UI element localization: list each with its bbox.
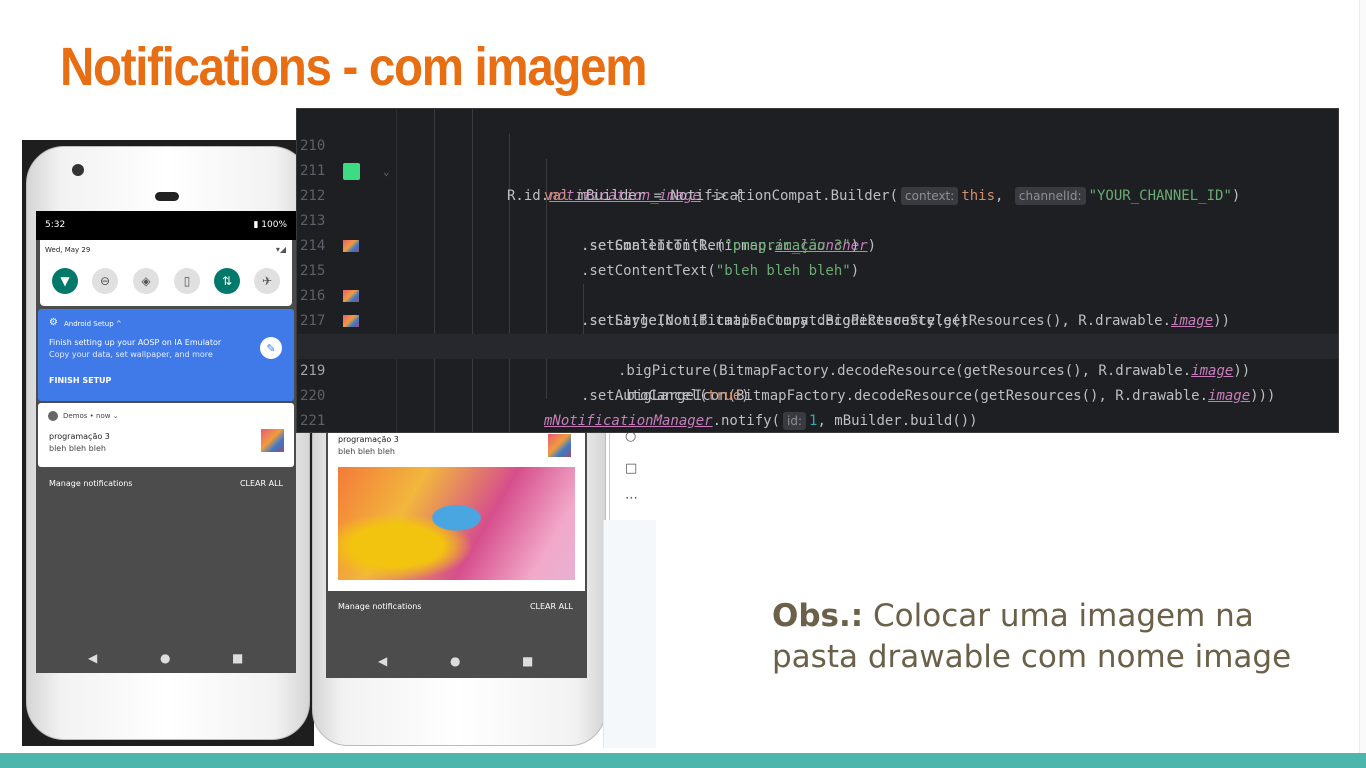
code-line: 218 .bigLargeIcon(BitmapFactory.decodeRe…	[297, 309, 1338, 404]
back-icon[interactable]: ◀	[88, 651, 97, 665]
code-line: 216 .setStyle(NotificationCompat.BigPict…	[297, 259, 1338, 329]
image-resource-icon	[343, 315, 359, 327]
home-icon[interactable]: ●	[160, 651, 170, 665]
image-resource-icon	[343, 240, 359, 252]
obs-label: Obs.:	[772, 598, 864, 634]
code-line: 212 .setSmallIcon(R.mipmap.ic_launcher)	[297, 159, 1338, 254]
recents-icon[interactable]: ■	[522, 654, 533, 668]
code-line: 210 ⌄ R.id.notification_image -> {	[297, 109, 1338, 204]
more-options-icon[interactable]: ⋯	[625, 491, 638, 506]
demo-app-name: Demos • now ⌄	[63, 412, 119, 420]
code-line: 220 mNotificationManager.notify(id: 1, mB…	[297, 359, 1338, 430]
demo-text: bleh bleh bleh	[49, 444, 106, 453]
demo-title: programação 3	[49, 432, 110, 441]
bp-title: programação 3	[338, 435, 399, 444]
signal-icon: ▾◢	[275, 245, 286, 254]
emulator-panel	[603, 520, 656, 748]
quick-settings-panel: Wed, May 29 ▾◢ ▼ ⊖ ◈ ▯ ⇅ ✈	[40, 240, 292, 306]
overview-square-icon[interactable]: □	[625, 461, 637, 476]
back-icon[interactable]: ◀	[378, 654, 387, 668]
airplane-icon[interactable]: ✈	[254, 268, 280, 294]
setup-app-name: Android Setup ^	[64, 320, 122, 328]
code-line: 213 .setContentTitle("programação 3")	[297, 184, 1338, 254]
code-line: 215 .setLargeIcon(BitmapFactory.decodeRe…	[297, 234, 1338, 329]
phone1-screen: 5:32 ▮ 100% Wed, May 29 ▾◢ ▼ ⊖ ◈ ▯ ⇅ ✈ ⚙…	[36, 211, 296, 673]
magic-wand-icon: ✎	[260, 337, 282, 359]
speaker-icon	[155, 192, 179, 201]
large-icon-thumbnail	[548, 434, 571, 457]
data-icon[interactable]: ⇅	[214, 268, 240, 294]
current-code-line: 219 .setAutoCancel(true)	[297, 334, 1338, 404]
large-icon-thumbnail	[261, 429, 284, 452]
footer-bar	[0, 753, 1366, 768]
battery-saver-icon[interactable]: ▯	[174, 268, 200, 294]
demo-notification[interactable]: Demos • now ⌄ programação 3 bleh bleh bl…	[38, 403, 294, 467]
setup-text: Copy your data, set wallpaper, and more	[49, 350, 213, 359]
code-line: 211 val mBuilder = NotificationCompat.Bu…	[297, 134, 1338, 205]
recents-icon[interactable]: ■	[232, 651, 243, 665]
gear-icon: ⚙	[49, 317, 58, 328]
battery-level: ▮ 100%	[253, 220, 287, 230]
observation-note: Obs.: Colocar uma imagem na pasta drawab…	[772, 596, 1292, 678]
rotate-icon[interactable]: ◈	[133, 268, 159, 294]
slide-right-edge	[1359, 0, 1366, 753]
battery-text: 100%	[261, 220, 287, 230]
dnd-icon[interactable]: ⊖	[92, 268, 118, 294]
emulator-toolbar: ○ □ ⋯	[609, 425, 655, 521]
wifi-icon[interactable]: ▼	[52, 268, 78, 294]
android-launcher-icon	[343, 163, 360, 180]
qs-date: Wed, May 29	[45, 246, 91, 254]
bigpicture-notification[interactable]: programação 3 bleh bleh bleh	[328, 425, 585, 591]
code-line: 217 .bigPicture(BitmapFactory.decodeReso…	[297, 284, 1338, 379]
phone2-screen: programação 3 bleh bleh bleh Manage noti…	[326, 425, 587, 678]
setup-title: Finish setting up your AOSP on IA Emulat…	[49, 338, 222, 347]
code-editor[interactable]: 210 ⌄ R.id.notification_image -> { 211 v…	[296, 108, 1339, 433]
image-resource-icon	[343, 290, 359, 302]
big-picture-image	[338, 467, 575, 580]
finish-setup-button[interactable]: FINISH SETUP	[49, 376, 111, 385]
clear-all-button[interactable]: CLEAR ALL	[240, 479, 283, 488]
status-time: 5:32	[45, 220, 66, 230]
manage-notifications-link[interactable]: Manage notifications	[338, 602, 421, 611]
home-icon[interactable]: ●	[450, 654, 460, 668]
code-line: 222 }	[297, 409, 1338, 432]
setup-notification[interactable]: ⚙ Android Setup ^ Finish setting up your…	[38, 309, 294, 401]
bp-text: bleh bleh bleh	[338, 447, 395, 456]
code-line: 221	[297, 384, 1338, 429]
slide-title: Notifications - com imagem	[60, 37, 648, 97]
app-icon	[48, 411, 58, 421]
manage-notifications-link[interactable]: Manage notifications	[49, 479, 132, 488]
status-bar: 5:32 ▮ 100%	[36, 211, 296, 240]
code-line: 214 .setContentText("bleh bleh bleh")	[297, 209, 1338, 279]
clear-all-button[interactable]: CLEAR ALL	[530, 602, 573, 611]
camera-icon	[72, 164, 84, 176]
